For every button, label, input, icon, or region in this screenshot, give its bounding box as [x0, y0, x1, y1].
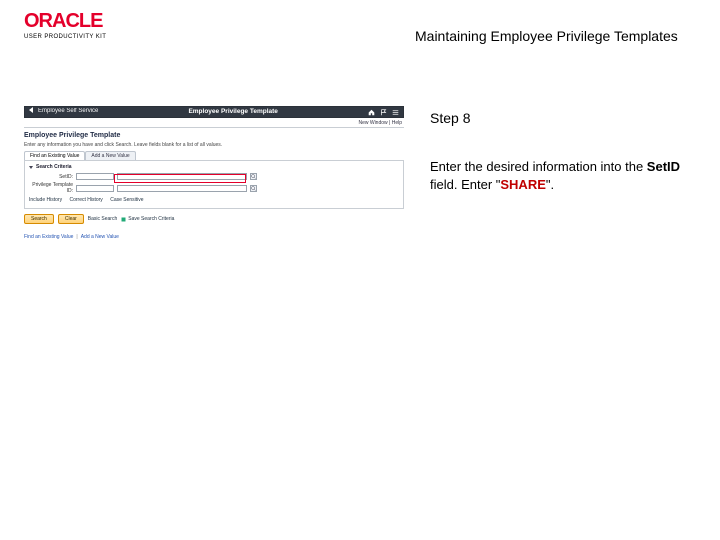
bottom-link-existing[interactable]: Find an Existing Value	[24, 234, 73, 240]
home-icon[interactable]	[368, 109, 375, 116]
search-button[interactable]: Search	[24, 214, 54, 224]
bottom-link-add[interactable]: Add a New Value	[81, 234, 119, 240]
back-section-label[interactable]: Employee Self Service	[38, 108, 98, 115]
setid-input[interactable]	[117, 173, 247, 180]
template-id-operator-select[interactable]	[76, 185, 114, 192]
screenshot-page-heading: Employee Privilege Template	[24, 132, 404, 140]
tab-add-new[interactable]: Add a New Value	[85, 151, 135, 160]
save-icon	[121, 217, 126, 222]
flag-icon[interactable]	[380, 109, 387, 116]
instruction-column: Step 8 Enter the desired information int…	[430, 110, 690, 193]
template-id-lookup-icon[interactable]	[250, 185, 257, 192]
search-panel: Search Criteria SetID: Privilege Templat…	[24, 160, 404, 209]
instruction-share-value: SHARE	[500, 177, 546, 192]
instruction-field-name: SetID	[647, 159, 680, 174]
bottom-tab-links: Find an Existing Value| Add a New Value	[24, 234, 404, 240]
embedded-screenshot: Employee Self Service Employee Privilege…	[24, 106, 404, 238]
step-label: Step 8	[430, 110, 690, 126]
app-bar: Employee Self Service Employee Privilege…	[24, 106, 404, 118]
save-search-link[interactable]: Save Search Criteria	[121, 216, 174, 222]
setid-operator-select[interactable]	[76, 173, 114, 180]
setid-lookup-icon[interactable]	[250, 173, 257, 180]
appbar-title: Employee Privilege Template	[188, 108, 277, 116]
collapse-caret-icon	[29, 166, 33, 169]
window-links[interactable]: New Window | Help	[24, 118, 404, 126]
search-options-row: Include History Correct History Case Sen…	[29, 197, 399, 203]
clear-button[interactable]: Clear	[58, 214, 84, 224]
save-search-label: Save Search Criteria	[128, 216, 174, 222]
instruction-middle: field. Enter "	[430, 177, 500, 192]
include-history-option[interactable]: Include History	[29, 197, 62, 203]
instruction-suffix: ".	[546, 177, 554, 192]
case-sensitive-option[interactable]: Case Sensitive	[110, 197, 143, 203]
menu-icon[interactable]	[392, 109, 399, 116]
basic-search-link[interactable]: Basic Search	[88, 216, 117, 222]
template-id-label: Privilege Template ID:	[29, 182, 73, 194]
brand-block: ORACLE USER PRODUCTIVITY KIT	[24, 10, 106, 40]
correct-history-option[interactable]: Correct History	[69, 197, 102, 203]
separator: |	[76, 234, 77, 240]
back-chevron-icon[interactable]	[29, 107, 34, 116]
tab-find-existing[interactable]: Find an Existing Value	[24, 151, 85, 160]
instruction-text: Enter the desired information into the S…	[430, 158, 690, 193]
tab-strip: Find an Existing Value Add a New Value	[24, 151, 404, 160]
oracle-logo: ORACLE	[24, 10, 106, 33]
instruction-prefix: Enter the desired information into the	[430, 159, 647, 174]
search-panel-header[interactable]: Search Criteria	[29, 164, 399, 170]
button-row: Search Clear Basic Search Save Search Cr…	[24, 214, 404, 224]
page-title: Maintaining Employee Privilege Templates	[415, 28, 678, 44]
template-id-input[interactable]	[117, 185, 247, 192]
screenshot-instruction-line: Enter any information you have and click…	[24, 142, 404, 148]
search-panel-title: Search Criteria	[36, 164, 72, 170]
upk-subline: USER PRODUCTIVITY KIT	[24, 34, 106, 40]
setid-label: SetID:	[29, 174, 73, 180]
